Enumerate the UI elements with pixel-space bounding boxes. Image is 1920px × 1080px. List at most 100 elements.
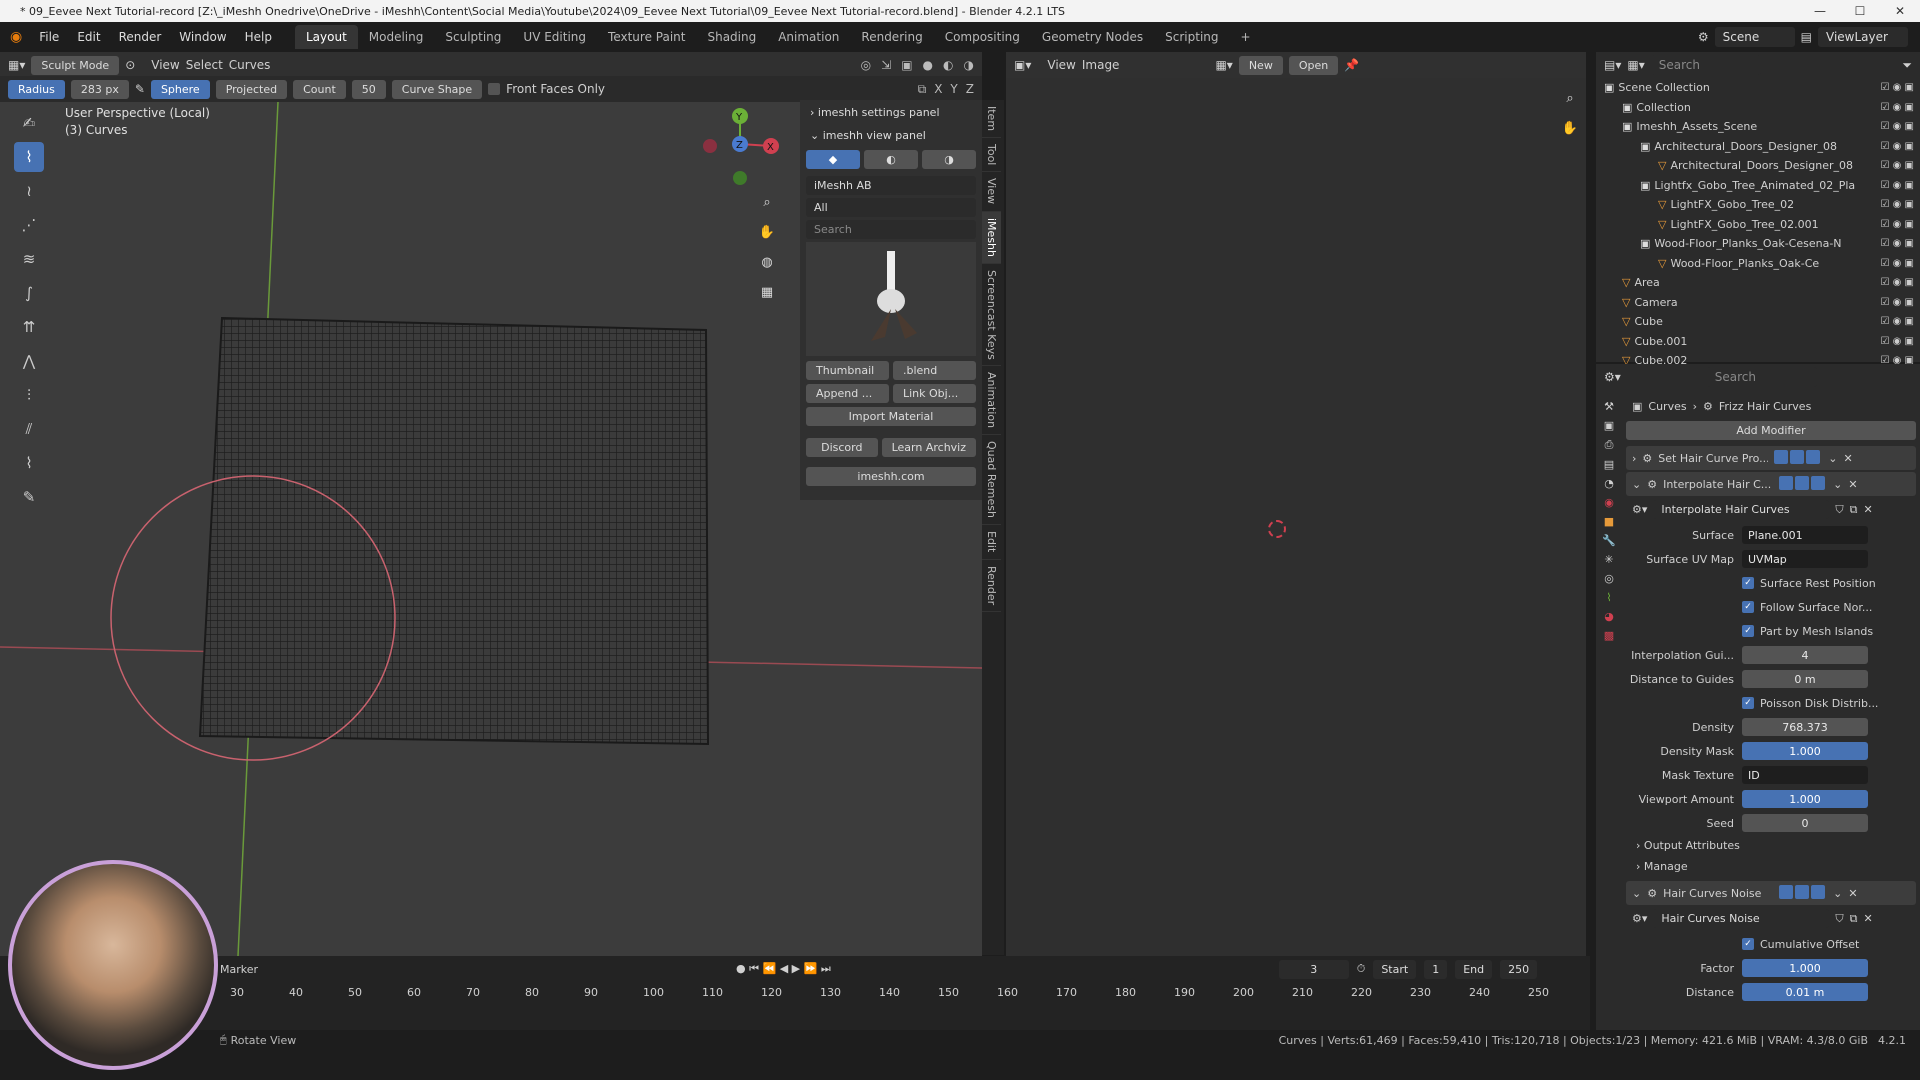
image-editor-type-icon[interactable]: ▣▾ xyxy=(1014,58,1031,72)
modifier-hair-curves-noise[interactable]: ⌄ ⚙ Hair Curves Noise ⌄ ✕ xyxy=(1626,881,1916,905)
tab-texture-paint[interactable]: Texture Paint xyxy=(597,25,696,49)
modifier-interpolate-hair-curves[interactable]: ⌄ ⚙ Interpolate Hair C... ⌄ ✕ xyxy=(1626,472,1916,496)
tab-shading[interactable]: Shading xyxy=(696,25,767,49)
mirror-z-toggle[interactable]: Z xyxy=(966,82,974,97)
curve-shape-dropdown[interactable]: Curve Shape xyxy=(391,79,483,99)
modifier-name[interactable]: Interpolate Hair C... xyxy=(1663,478,1773,491)
sidebar-tab-render[interactable]: Render xyxy=(982,560,1001,612)
property-field[interactable]: 0 xyxy=(1742,814,1868,832)
navigation-gizmo[interactable]: Y X Z xyxy=(700,106,780,186)
imeshh-site-button[interactable]: imeshh.com xyxy=(806,467,976,486)
thumbnail-button[interactable]: Thumbnail xyxy=(806,361,889,380)
visibility-icons[interactable]: ☑ ◉ ▣ xyxy=(1881,102,1920,113)
sidebar-tab-imeshh[interactable]: iMeshh xyxy=(982,211,1001,264)
start-frame-field[interactable]: 1 xyxy=(1424,959,1448,979)
overlay-icon[interactable]: ◎ xyxy=(861,58,871,72)
duplicate-icon[interactable]: ⧉ xyxy=(1850,912,1858,926)
property-field[interactable]: 0 m xyxy=(1742,670,1868,688)
projected-toggle[interactable]: Projected xyxy=(215,79,288,99)
mirror-x-toggle[interactable]: X xyxy=(934,82,942,97)
tab-geometry-nodes[interactable]: Geometry Nodes xyxy=(1031,25,1154,49)
modifier-name[interactable]: Hair Curves Noise xyxy=(1663,887,1773,900)
property-field[interactable]: 4 xyxy=(1742,646,1868,664)
tab-rendering[interactable]: Rendering xyxy=(850,25,933,49)
link-button[interactable]: Link Obj... xyxy=(893,384,976,403)
shading-material-icon[interactable]: ◐ xyxy=(943,58,953,72)
distance-field[interactable]: 0.01 m xyxy=(1742,983,1868,1001)
node-tree-icon[interactable]: ⚙▾ xyxy=(1632,912,1647,925)
manage-panel[interactable]: › Manage xyxy=(1626,856,1916,877)
radius-field[interactable]: 283 px xyxy=(70,79,129,99)
visibility-icons[interactable]: ☑ ◉ ▣ xyxy=(1881,180,1920,191)
visibility-icons[interactable]: ☑ ◉ ▣ xyxy=(1881,277,1920,288)
menu-file[interactable]: File xyxy=(30,30,68,44)
visibility-icons[interactable]: ☑ ◉ ▣ xyxy=(1881,121,1920,132)
outliner-row[interactable]: ▽ Cube.001 ☑ ◉ ▣ xyxy=(1596,332,1920,352)
view-layer-tab-icon[interactable]: ▤ xyxy=(1604,458,1614,471)
outliner-row[interactable]: ▽ Camera ☑ ◉ ▣ xyxy=(1596,293,1920,313)
image-slot-icon[interactable]: ▦▾ xyxy=(1215,58,1232,72)
outliner-row[interactable]: ▽ Architectural_Doors_Designer_08 ☑ ◉ ▣ xyxy=(1596,156,1920,176)
tab-add[interactable]: + xyxy=(1230,25,1262,49)
sidebar-tab-item[interactable]: Item xyxy=(982,100,1001,139)
outliner-row[interactable]: ▣ Architectural_Doors_Designer_08 ☑ ◉ ▣ xyxy=(1596,137,1920,157)
modifier-dropdown-icon[interactable]: ⌄ xyxy=(1828,452,1837,465)
output-tab-icon[interactable]: ⎙ xyxy=(1605,438,1614,452)
add-modifier-button[interactable]: Add Modifier xyxy=(1626,421,1916,440)
properties-type-icon[interactable]: ⚙▾ xyxy=(1604,370,1621,384)
imeshh-search-input[interactable]: Search xyxy=(806,220,976,239)
visibility-icons[interactable]: ☑ ◉ ▣ xyxy=(1881,199,1920,210)
imeshh-hdri-tab-icon[interactable]: ◑ xyxy=(922,150,976,169)
camera-view-icon[interactable]: ◍ xyxy=(755,250,779,274)
object-tab-icon[interactable]: ■ xyxy=(1604,515,1614,528)
properties-search-input[interactable]: Search xyxy=(1706,367,1817,387)
outliner-row[interactable]: ▽ Area ☑ ◉ ▣ xyxy=(1596,273,1920,293)
modifier-visibility-icons[interactable] xyxy=(1774,449,1822,467)
timeline[interactable]: Marker ● ⏮ ⏪ ◀ ▶ ⏩ ⏭ 3 ⏱ Start 1 End 250… xyxy=(0,956,1590,1036)
imeshh-settings-panel-header[interactable]: › imeshh settings panel xyxy=(800,100,982,125)
sidebar-tab-quad-remesh[interactable]: Quad Remesh xyxy=(982,435,1001,526)
data-tab-icon[interactable]: ⌇ xyxy=(1606,591,1611,604)
maximize-button[interactable]: ☐ xyxy=(1840,4,1880,18)
tab-layout[interactable]: Layout xyxy=(294,25,358,49)
blender-logo-icon[interactable]: ◉ xyxy=(0,29,30,45)
visibility-icons[interactable]: ☑ ◉ ▣ xyxy=(1881,82,1920,93)
imeshh-view-panel-header[interactable]: ⌄ imeshh view panel xyxy=(800,125,982,146)
factor-field[interactable]: 1.000 xyxy=(1742,959,1868,977)
image-editor[interactable] xyxy=(1006,52,1586,956)
tab-sculpting[interactable]: Sculpting xyxy=(434,25,512,49)
checkbox-row[interactable]: ✓ Surface Rest Position xyxy=(1626,571,1916,595)
front-faces-checkbox[interactable] xyxy=(488,83,501,95)
poisson-disk-row[interactable]: ✓ Poisson Disk Distrib... xyxy=(1626,691,1916,715)
zoom-icon[interactable]: ⌕ xyxy=(755,190,779,214)
discord-button[interactable]: Discord xyxy=(806,438,878,457)
checkbox-icon[interactable]: ✓ xyxy=(1742,697,1754,709)
tab-uv-editing[interactable]: UV Editing xyxy=(512,25,597,49)
outliner-row[interactable]: ▣ Imeshh_Assets_Scene ☑ ◉ ▣ xyxy=(1596,117,1920,137)
unlink-icon[interactable]: ✕ xyxy=(1864,912,1873,925)
unlink-icon[interactable]: ✕ xyxy=(1864,503,1873,516)
checkbox-icon[interactable]: ✓ xyxy=(1742,625,1754,637)
import-material-button[interactable]: Import Material xyxy=(806,407,976,426)
cumulative-offset-row[interactable]: ✓ Cumulative Offset xyxy=(1626,932,1916,956)
mode-selector[interactable]: Sculpt Mode xyxy=(31,55,120,75)
count-field[interactable]: 50 xyxy=(351,79,386,99)
modifier-visibility-icons[interactable] xyxy=(1779,475,1827,493)
fake-user-icon[interactable]: ⛉ xyxy=(1835,912,1843,926)
texture-tab-icon[interactable]: ▩ xyxy=(1604,629,1614,642)
visibility-icons[interactable]: ☑ ◉ ▣ xyxy=(1881,141,1920,152)
visibility-icons[interactable]: ☑ ◉ ▣ xyxy=(1881,336,1920,347)
modifier-dropdown-icon[interactable]: ⌄ xyxy=(1833,887,1842,900)
property-field[interactable]: 768.373 xyxy=(1742,718,1868,736)
modifier-remove-icon[interactable]: ✕ xyxy=(1844,452,1853,465)
world-tab-icon[interactable]: ◉ xyxy=(1604,496,1614,509)
pen-pressure-icon[interactable]: ✎ xyxy=(135,82,145,96)
modifier-set-hair-curve-profile[interactable]: › ⚙ Set Hair Curve Pro... ⌄ ✕ xyxy=(1626,446,1916,470)
outliner-row[interactable]: ▽ LightFX_Gobo_Tree_02.001 ☑ ◉ ▣ xyxy=(1596,215,1920,235)
shading-solid-icon[interactable]: ● xyxy=(923,58,933,72)
pin-icon[interactable]: 📌 xyxy=(1344,58,1359,72)
modifier-name[interactable]: Set Hair Curve Pro... xyxy=(1658,452,1768,465)
checkbox-icon[interactable]: ✓ xyxy=(1742,938,1754,950)
mirror-y-toggle[interactable]: Y xyxy=(950,82,957,97)
blend-button[interactable]: .blend xyxy=(893,361,976,380)
